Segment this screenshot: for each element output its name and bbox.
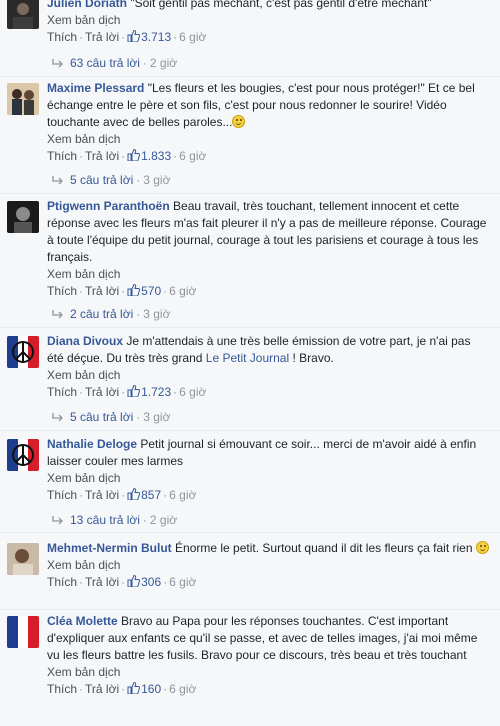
reply-link[interactable]: Trả lời	[85, 284, 119, 298]
divider	[0, 193, 500, 194]
like-link[interactable]: Thích	[47, 30, 77, 44]
reply-arrow-icon	[52, 176, 63, 185]
avatar[interactable]	[7, 336, 39, 368]
like-count[interactable]: 160	[127, 682, 161, 696]
see-translation-link[interactable]: Xem bản dịch	[47, 557, 490, 574]
thumbs-up-icon	[127, 488, 141, 500]
thumbs-up-icon	[127, 682, 141, 694]
peace-paris-flag-icon	[7, 336, 39, 368]
comment-actions: Thích · Trả lời · 1.723 · 6 giờ	[47, 385, 207, 399]
view-replies-link[interactable]: 2 câu trả lời	[70, 307, 133, 321]
reply-link[interactable]: Trả lời	[85, 575, 119, 589]
replies-row[interactable]: 2 câu trả lời · 3 giờ	[52, 306, 170, 323]
reply-time: 3 giờ	[143, 410, 171, 424]
like-count[interactable]: 570	[127, 284, 161, 298]
comment-author[interactable]: Diana Divoux	[47, 334, 123, 348]
comment-time[interactable]: 6 giờ	[179, 149, 206, 163]
comment-actions: Thích · Trả lời · 3.713 · 6 giờ	[47, 30, 207, 44]
divider	[0, 76, 500, 77]
page-mention-link[interactable]: Le Petit Journal	[206, 351, 289, 365]
comment-text: Énorme le petit. Surtout quand il dit le…	[175, 541, 473, 555]
reply-link[interactable]: Trả lời	[85, 30, 119, 44]
reply-link[interactable]: Trả lời	[85, 682, 119, 696]
comment-author[interactable]: Cléa Molette	[47, 614, 118, 628]
avatar[interactable]	[7, 439, 39, 471]
see-translation-link[interactable]: Xem bản dịch	[47, 12, 490, 29]
see-translation-link[interactable]: Xem bản dịch	[47, 266, 490, 283]
reply-arrow-icon	[52, 59, 63, 68]
like-count[interactable]: 857	[127, 488, 161, 502]
reply-time: 2 giờ	[149, 513, 178, 527]
see-translation-link[interactable]: Xem bản dịch	[47, 470, 490, 487]
reply-link[interactable]: Trả lời	[85, 385, 119, 399]
view-replies-link[interactable]: 13 câu trả lời	[70, 513, 140, 527]
divider	[0, 609, 500, 610]
reply-link[interactable]: Trả lời	[85, 149, 119, 163]
thumbs-up-icon	[127, 284, 141, 296]
thumbs-up-icon	[127, 575, 141, 587]
smile-emoji-icon	[475, 541, 489, 554]
view-replies-link[interactable]: 5 câu trả lời	[70, 173, 133, 187]
comment-author[interactable]: Mehmet-Nermin Bulut	[47, 541, 172, 555]
like-link[interactable]: Thích	[47, 575, 77, 589]
like-link[interactable]: Thích	[47, 385, 77, 399]
like-count[interactable]: 1.723	[127, 385, 171, 399]
comment-time[interactable]: 6 giờ	[169, 682, 196, 696]
reply-time: 3 giờ	[143, 173, 171, 187]
comment-actions: Thích · Trả lời · 570 · 6 giờ	[47, 284, 197, 298]
comment-time[interactable]: 6 giờ	[179, 385, 206, 399]
comment-actions: Thích · Trả lời · 857 · 6 giờ	[47, 488, 197, 502]
like-link[interactable]: Thích	[47, 149, 77, 163]
reply-link[interactable]: Trả lời	[85, 488, 119, 502]
reply-arrow-icon	[52, 516, 63, 525]
peace-paris-flag-icon	[7, 439, 39, 471]
see-translation-link[interactable]: Xem bản dịch	[47, 131, 490, 148]
reply-time: 3 giờ	[143, 307, 171, 321]
reply-arrow-icon	[52, 310, 63, 319]
comment-time[interactable]: 6 giờ	[179, 30, 206, 44]
avatar[interactable]	[7, 201, 39, 233]
avatar[interactable]	[7, 0, 39, 29]
replies-row[interactable]: 13 câu trả lời · 2 giờ	[52, 512, 177, 529]
comment-actions: Thích · Trả lời · 306 · 6 giờ	[47, 575, 197, 589]
see-translation-link[interactable]: Xem bản dịch	[47, 367, 490, 384]
like-link[interactable]: Thích	[47, 682, 77, 696]
smile-emoji-icon	[232, 115, 246, 128]
comment-time[interactable]: 6 giờ	[169, 488, 196, 502]
like-count[interactable]: 1.833	[127, 149, 171, 163]
comment-actions: Thích · Trả lời · 1.833 · 6 giờ	[47, 149, 207, 163]
french-flag-icon	[7, 616, 39, 648]
view-replies-link[interactable]: 63 câu trả lời	[70, 56, 140, 70]
avatar[interactable]	[7, 83, 39, 115]
comment-author[interactable]: Julien Doriath	[47, 0, 127, 10]
reply-arrow-icon	[52, 413, 63, 422]
avatar[interactable]	[7, 543, 39, 575]
thumbs-up-icon	[127, 30, 141, 42]
comment-author[interactable]: Maxime Plessard	[47, 81, 144, 95]
reply-time: 2 giờ	[149, 56, 178, 70]
avatar[interactable]	[7, 616, 39, 648]
thumbs-up-icon	[127, 385, 141, 397]
thumbs-up-icon	[127, 149, 141, 161]
comment-author[interactable]: Ptigwenn Paranthoën	[47, 199, 170, 213]
like-count[interactable]: 3.713	[127, 30, 171, 44]
comment-author[interactable]: Nathalie Deloge	[47, 437, 137, 451]
replies-row[interactable]: 5 câu trả lời · 3 giờ	[52, 409, 170, 426]
divider	[0, 532, 500, 533]
divider	[0, 430, 500, 431]
like-count[interactable]: 306	[127, 575, 161, 589]
divider	[0, 327, 500, 328]
view-replies-link[interactable]: 5 câu trả lời	[70, 410, 133, 424]
replies-row[interactable]: 5 câu trả lời · 3 giờ	[52, 172, 170, 189]
see-translation-link[interactable]: Xem bản dịch	[47, 664, 490, 681]
like-link[interactable]: Thích	[47, 284, 77, 298]
like-link[interactable]: Thích	[47, 488, 77, 502]
comment-time[interactable]: 6 giờ	[169, 284, 196, 298]
comment-time[interactable]: 6 giờ	[169, 575, 196, 589]
replies-row[interactable]: 63 câu trả lời · 2 giờ	[52, 55, 177, 72]
comment-text: "Soit gentil pas méchant, c'est pas gent…	[130, 0, 432, 10]
comment-actions: Thích · Trả lời · 160 · 6 giờ	[47, 682, 197, 696]
